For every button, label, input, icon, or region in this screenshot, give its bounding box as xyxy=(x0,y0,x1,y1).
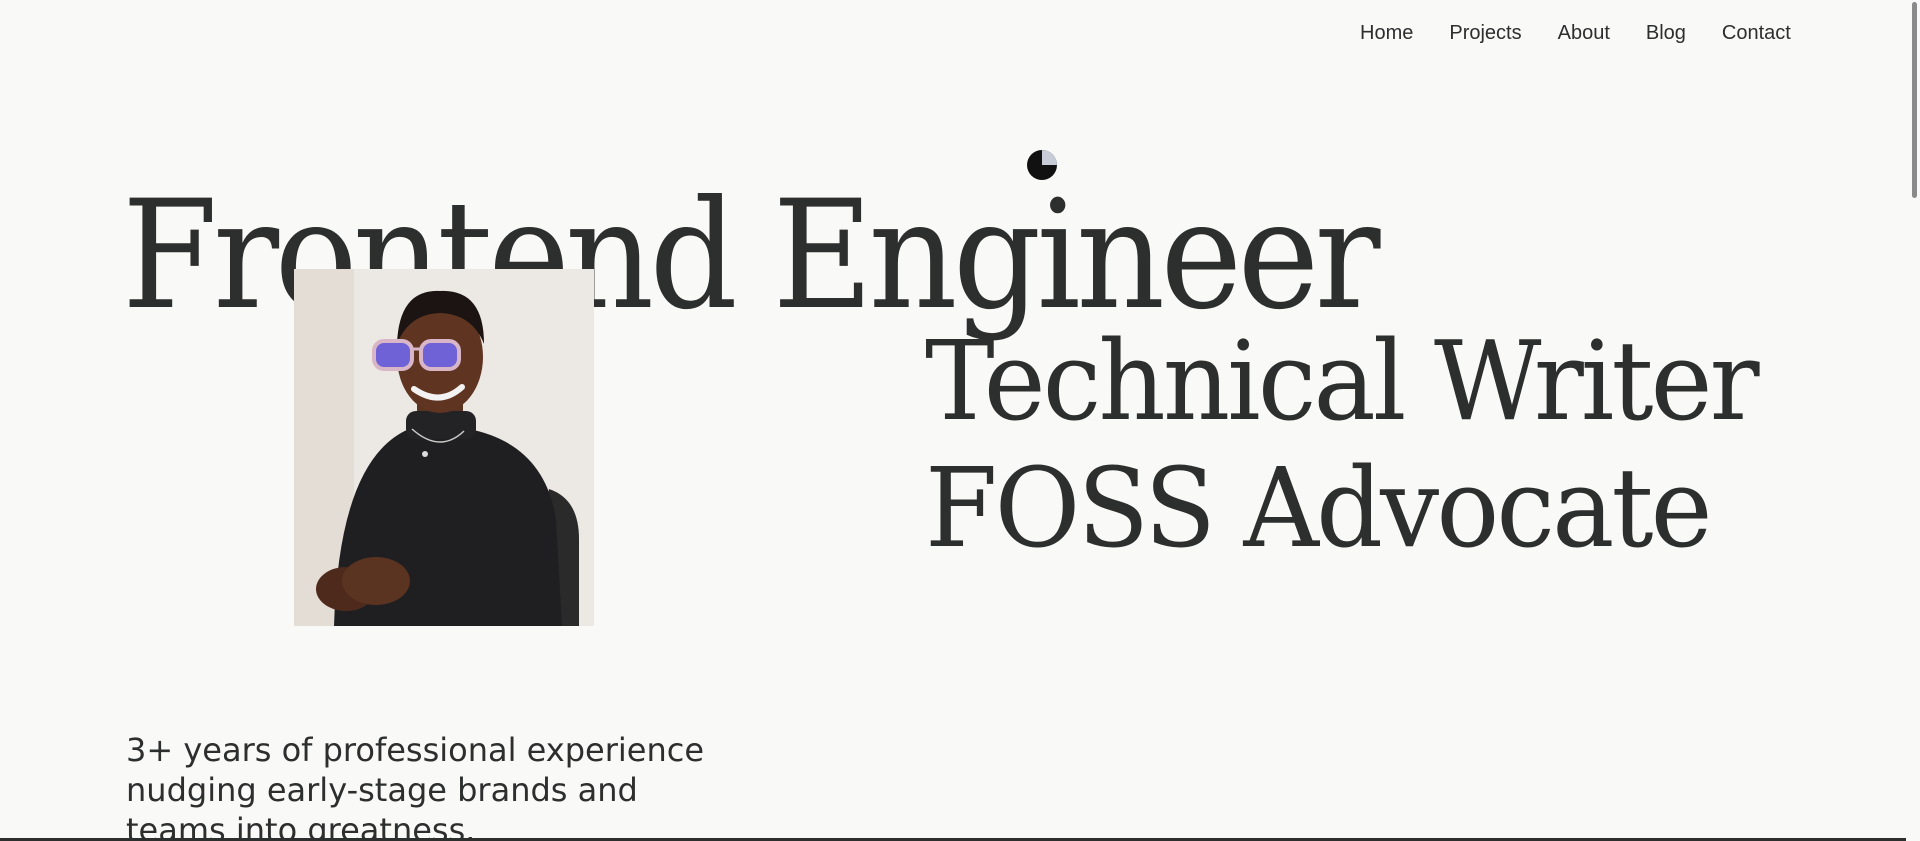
nav-about-link[interactable]: About xyxy=(1558,20,1610,46)
intro-text: 3+ years of professional experience nudg… xyxy=(126,731,705,841)
custom-cursor-icon xyxy=(1027,150,1057,180)
nav-blog-link[interactable]: Blog xyxy=(1646,20,1686,46)
nav-projects-link[interactable]: Projects xyxy=(1449,20,1521,46)
nav-contact-link[interactable]: Contact xyxy=(1722,20,1791,46)
role-technical-writer: Technical Writer xyxy=(925,317,1760,445)
profile-photo xyxy=(294,269,594,626)
role-foss-advocate: FOSS Advocate xyxy=(925,444,1713,572)
nav-home-link[interactable]: Home xyxy=(1360,20,1413,46)
page-scrollbar[interactable] xyxy=(1906,0,1920,841)
roles-heading: Technical Writer FOSS Advocate xyxy=(925,317,1760,572)
main-nav: Home Projects About Blog Contact xyxy=(1360,20,1791,46)
profile-photo-illustration xyxy=(294,269,594,626)
page: Home Projects About Blog Contact Fronten… xyxy=(0,0,1920,841)
scrollbar-thumb[interactable] xyxy=(1912,2,1917,198)
